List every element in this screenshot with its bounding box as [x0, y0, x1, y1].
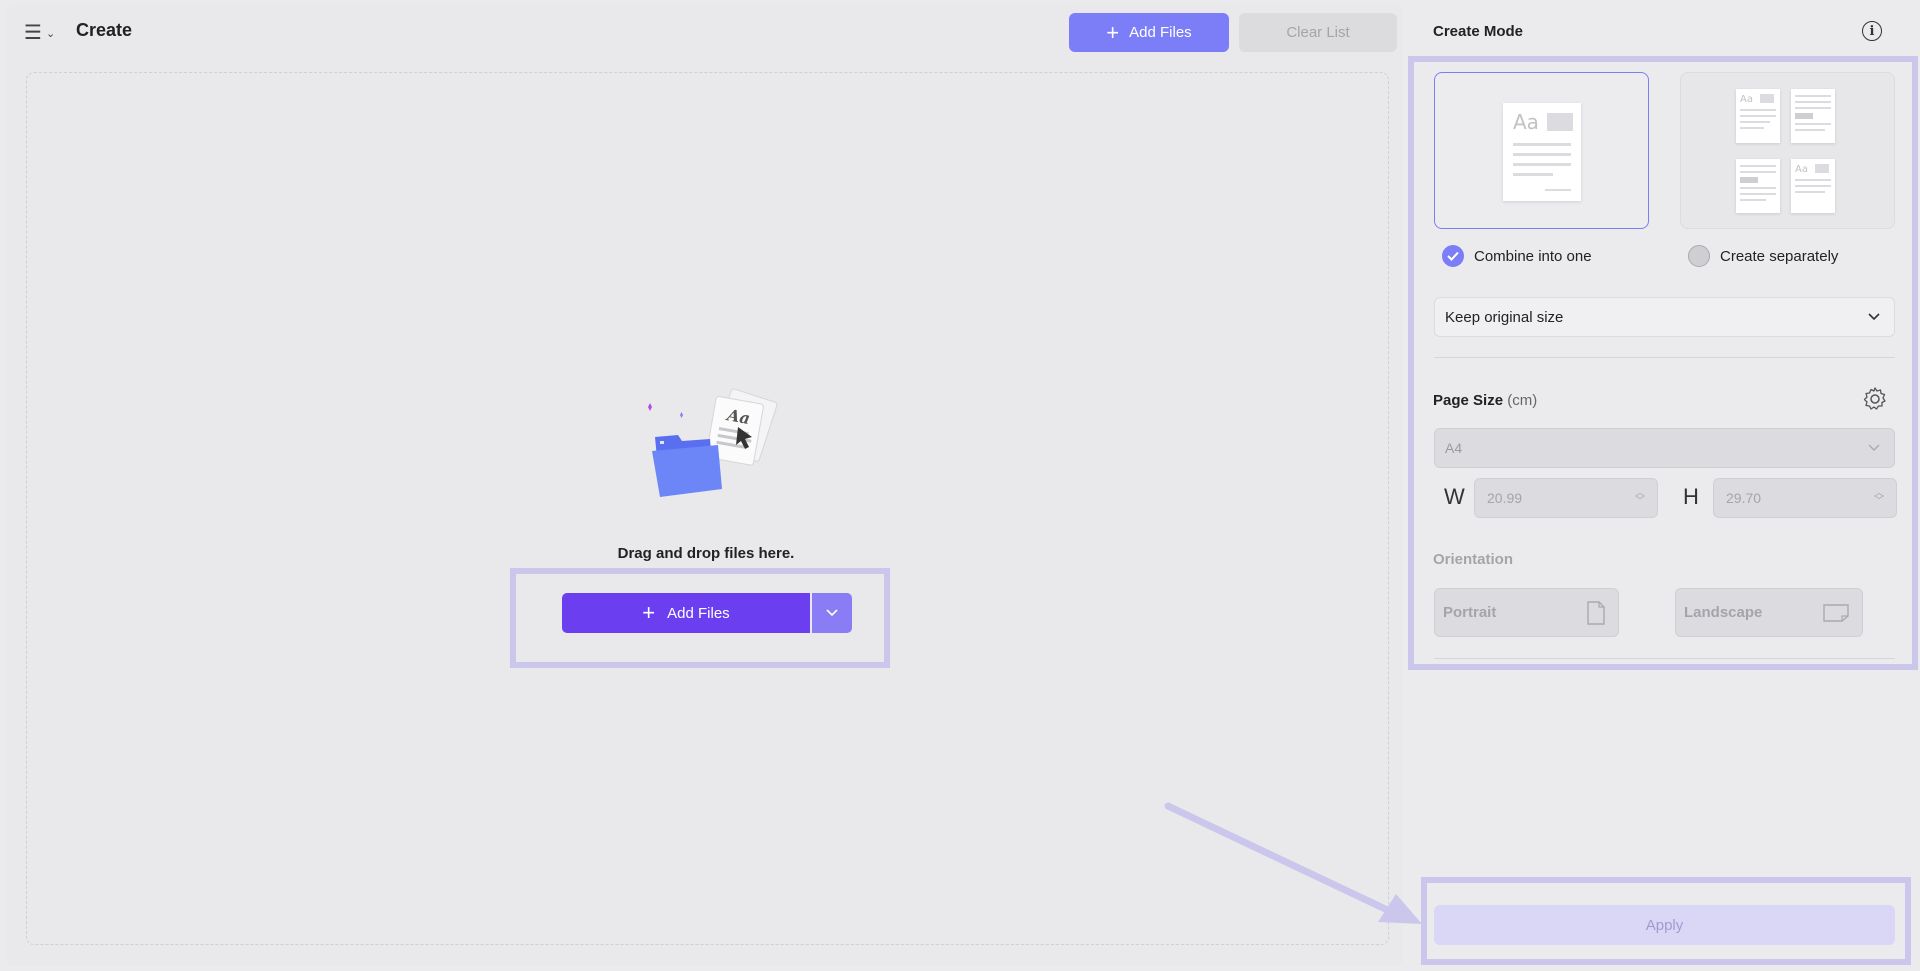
page-thumbnail: Aa: [1503, 103, 1581, 201]
create-mode-title: Create Mode: [1433, 23, 1524, 40]
svg-text:Aa: Aa: [1795, 164, 1808, 175]
radio-circle-icon: [1688, 245, 1710, 267]
plus-icon: +: [642, 600, 656, 625]
divider: [1434, 357, 1895, 358]
page-size-label: Page Size: [1433, 392, 1504, 409]
combine-mode-card[interactable]: Aa: [1434, 72, 1649, 229]
height-value: 29.70: [1726, 490, 1762, 506]
create-separately-radio[interactable]: Create separately: [1688, 245, 1838, 267]
plus-icon: +: [1106, 19, 1120, 45]
portrait-label: Portrait: [1443, 604, 1497, 621]
create-separately-label: Create separately: [1720, 247, 1839, 265]
add-files-dropdown-button[interactable]: [812, 593, 852, 633]
landscape-label: Landscape: [1684, 604, 1763, 621]
page-thumbnail: [1736, 159, 1780, 213]
add-files-button[interactable]: + Add Files: [562, 593, 810, 633]
drop-instructions: Drag and drop files here.: [617, 545, 795, 562]
svg-text:Aa: Aa: [1740, 94, 1753, 105]
folder-files-illustration: Aa: [648, 388, 778, 497]
portrait-page-icon: [1587, 600, 1605, 625]
pointer-arrow-annotation: [1164, 802, 1422, 924]
combine-into-one-label: Combine into one: [1474, 247, 1592, 265]
info-icon[interactable]: i: [1862, 21, 1882, 41]
page-thumbnail: Aa: [1736, 89, 1780, 143]
add-files-label: Add Files: [667, 604, 730, 622]
width-value: 20.99: [1487, 490, 1523, 506]
gear-icon[interactable]: [1862, 386, 1888, 412]
page-title: Create: [76, 20, 133, 40]
combine-into-one-radio[interactable]: Combine into one: [1442, 245, 1592, 267]
page-thumbnail: Aa: [1791, 159, 1835, 213]
add-files-button-top[interactable]: + Add Files: [1069, 13, 1229, 52]
apply-button[interactable]: Apply: [1434, 905, 1895, 945]
height-field[interactable]: 29.70 ︿ ﹀: [1713, 478, 1897, 518]
page-size-title: Page Size (cm): [1433, 392, 1537, 409]
height-label: H: [1683, 484, 1699, 509]
stepper-icon[interactable]: ︿ ﹀: [1874, 489, 1884, 507]
apply-label: Apply: [1645, 916, 1684, 934]
divider: [1434, 658, 1895, 659]
clear-list-label: Clear List: [1286, 24, 1350, 41]
menu-button[interactable]: ☰ ⌄: [24, 20, 60, 44]
width-field[interactable]: 20.99 ︿ ﹀: [1474, 478, 1658, 518]
chevron-down-icon: [826, 609, 838, 617]
paper-size-select[interactable]: A4: [1434, 428, 1895, 468]
landscape-button[interactable]: Landscape: [1675, 588, 1863, 637]
size-mode-select[interactable]: Keep original size: [1434, 297, 1895, 337]
checkmark-icon: [1442, 245, 1464, 267]
orientation-title: Orientation: [1433, 551, 1514, 568]
stepper-icon[interactable]: ︿ ﹀: [1635, 489, 1645, 507]
hamburger-icon: ☰: [24, 21, 42, 44]
chevron-down-icon: ⌄: [45, 27, 56, 40]
landscape-page-icon: [1823, 603, 1849, 622]
paper-size-value: A4: [1445, 440, 1463, 456]
size-mode-value: Keep original size: [1445, 308, 1564, 326]
svg-text:Aa: Aa: [1513, 110, 1539, 134]
portrait-button[interactable]: Portrait: [1434, 588, 1619, 637]
chevron-down-icon: [1868, 444, 1880, 451]
page-size-unit: (cm): [1507, 392, 1538, 409]
separate-mode-card[interactable]: Aa Aa: [1680, 72, 1895, 229]
clear-list-button[interactable]: Clear List: [1239, 13, 1397, 52]
chevron-down-icon: [1868, 313, 1880, 321]
width-label: W: [1444, 484, 1465, 509]
page-thumbnail: [1791, 89, 1835, 143]
add-files-label: Add Files: [1129, 24, 1192, 41]
